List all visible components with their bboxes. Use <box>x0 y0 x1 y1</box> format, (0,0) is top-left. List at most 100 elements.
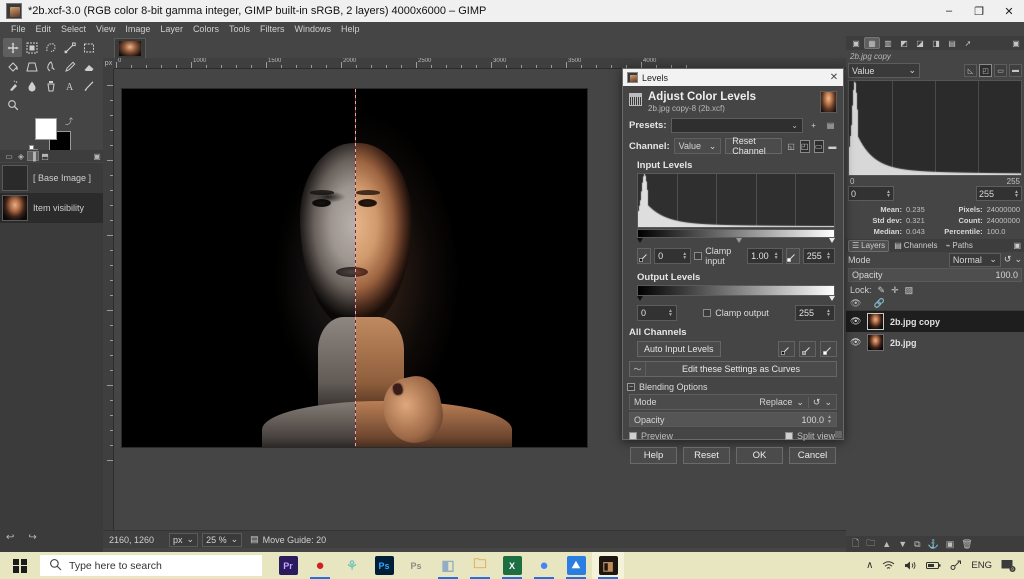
menu-view[interactable]: View <box>91 22 120 36</box>
menu-filters[interactable]: Filters <box>255 22 290 36</box>
start-button[interactable] <box>0 552 40 579</box>
menu-colors[interactable]: Colors <box>188 22 224 36</box>
tab-paths[interactable]: ⌁ Paths <box>943 240 976 252</box>
zoom-selector[interactable]: 25 % ⌄ <box>202 533 242 547</box>
logarithmic-histogram-icon[interactable]: ◰ <box>800 140 810 153</box>
tab-channels[interactable]: ▤ Channels <box>891 240 940 252</box>
merge-layer-icon[interactable]: ▣ <box>946 539 955 550</box>
input-gradient-bar[interactable] <box>637 229 835 238</box>
new-layer-icon[interactable]: 🗋 <box>852 536 859 552</box>
input-gamma-handle[interactable] <box>736 238 742 243</box>
cursor-tab-icon[interactable]: ➚ <box>960 37 976 49</box>
add-preset-button[interactable]: + <box>807 119 820 132</box>
input-level-sliders[interactable] <box>637 238 835 245</box>
pick-white-point-icon[interactable] <box>786 248 800 264</box>
input-black-value-field[interactable]: 0 ▲▼ <box>654 248 691 264</box>
paths-tool-icon[interactable] <box>60 38 79 57</box>
swap-colors-icon[interactable]: ⤴ <box>65 116 73 127</box>
dock-menu-icon[interactable]: ▣ <box>1008 37 1024 49</box>
blending-options-header[interactable]: − Blending Options <box>627 382 843 392</box>
perspective-tool-icon[interactable] <box>22 57 41 76</box>
output-black-value-field[interactable]: 0 ▲▼ <box>637 305 677 321</box>
taskbar-app-file-explorer-blue[interactable]: ◧ <box>432 552 464 579</box>
taskbar-app-premiere-pro[interactable]: Pr <box>272 552 304 579</box>
undo-history-tab-icon[interactable]: ◩ <box>896 37 912 49</box>
rectangle-select-tool-icon[interactable] <box>79 38 98 57</box>
language-indicator[interactable]: ENG <box>971 560 992 571</box>
layer-visibility-icon[interactable]: 👁 <box>850 316 861 327</box>
taskbar-app-photoshop-alt[interactable]: Ps <box>400 552 432 579</box>
alignment-tool-icon[interactable] <box>22 38 41 57</box>
clone-tool-icon[interactable] <box>41 76 60 95</box>
text-tool-icon[interactable]: A <box>60 76 79 95</box>
image-tab-2b[interactable] <box>114 38 146 58</box>
action-center-icon[interactable]: 9 <box>1001 559 1016 572</box>
move-tool-icon[interactable] <box>3 38 22 57</box>
taskbar-app-photos[interactable]: ⛰ <box>560 552 592 579</box>
close-button[interactable]: ✕ <box>994 0 1024 22</box>
preview-checkbox[interactable] <box>629 432 637 440</box>
wifi-icon[interactable] <box>882 560 895 571</box>
channel-select[interactable]: Value ⌄ <box>674 138 722 154</box>
split-view-guide-line[interactable] <box>355 89 356 447</box>
spinner-arrows-icon[interactable]: ▲▼ <box>774 252 779 261</box>
taskbar-app-record[interactable]: ● <box>304 552 336 579</box>
dialog-resize-grip[interactable] <box>835 431 842 438</box>
spinner-arrows-icon[interactable]: ▲▼ <box>1014 190 1019 198</box>
histogram-scale-down-icon[interactable]: ▭ <box>814 140 824 153</box>
pick-gray-point-all-icon[interactable] <box>799 341 816 357</box>
histogram-range-low-input[interactable]: 0 ▲▼ <box>848 186 894 201</box>
histogram-zoom-out-icon[interactable]: ▭ <box>994 64 1007 77</box>
zoom-tool-icon[interactable] <box>3 95 22 114</box>
taskbar-app-excel[interactable]: X <box>496 552 528 579</box>
smudge-tool-icon[interactable] <box>41 57 60 76</box>
output-white-point-handle[interactable] <box>829 296 835 301</box>
toolbox-menu-icon[interactable]: ▣ <box>91 151 103 161</box>
spinner-arrows-icon[interactable]: ▲▼ <box>886 190 891 198</box>
menu-edit[interactable]: Edit <box>31 22 57 36</box>
eraser-tool-icon[interactable] <box>79 57 98 76</box>
output-white-value-field[interactable]: 255 ▲▼ <box>795 305 835 321</box>
levels-dialog[interactable]: Levels ✕ Adjust Color Levels 2b.jpg copy… <box>622 68 844 440</box>
images-tab-icon[interactable]: ▤ <box>944 37 960 49</box>
spinner-arrows-icon[interactable]: ▲▼ <box>682 252 687 261</box>
input-black-point-handle[interactable] <box>637 238 643 243</box>
layer-visibility-icon[interactable]: 👁 <box>850 337 861 348</box>
pick-black-point-icon[interactable] <box>637 248 651 264</box>
left-dock-row-item-visibility[interactable]: Item visibility <box>0 193 103 223</box>
ruler-unit-corner[interactable]: px <box>103 58 114 69</box>
linear-histogram-icon[interactable]: ◱ <box>786 140 795 153</box>
vertical-ruler[interactable] <box>103 69 114 530</box>
menu-select[interactable]: Select <box>56 22 91 36</box>
input-gamma-value-field[interactable]: 1.00 ▲▼ <box>747 248 783 264</box>
layers-dock-menu-icon[interactable]: ▣ <box>1010 240 1024 252</box>
lock-pixels-icon[interactable]: ✎ <box>878 285 886 296</box>
lower-layer-icon[interactable]: ▼ <box>898 539 907 549</box>
histogram-logarithmic-icon[interactable]: ◰ <box>979 64 992 77</box>
histogram-graph[interactable] <box>848 80 1022 176</box>
duplicate-layer-icon[interactable]: ⧉ <box>914 539 920 550</box>
battery-icon[interactable] <box>926 561 941 570</box>
foreground-color-swatch[interactable] <box>35 118 57 140</box>
spinner-arrows-icon[interactable]: ▲▼ <box>668 309 673 318</box>
menu-windows[interactable]: Windows <box>289 22 336 36</box>
paintbrush-tool-icon[interactable] <box>79 76 98 95</box>
taskbar-app-photoshop[interactable]: Ps <box>368 552 400 579</box>
pick-black-point-all-icon[interactable] <box>778 341 795 357</box>
tab-layers[interactable]: ☰ Layers <box>848 240 889 252</box>
image-preview[interactable] <box>122 89 587 447</box>
layer-row-2bjpg-copy[interactable]: 👁 2b.jpg copy <box>846 311 1024 332</box>
tray-expand-icon[interactable]: ∧ <box>866 560 873 571</box>
pick-white-point-all-icon[interactable] <box>820 341 837 357</box>
pointer-tab-icon[interactable]: ◪ <box>912 37 928 49</box>
image-indicator-icon[interactable]: ⬒ <box>39 151 51 161</box>
taskbar-search-box[interactable]: Type here to search <box>40 555 262 576</box>
maximize-button[interactable]: ❐ <box>964 0 994 22</box>
help-button[interactable]: Help <box>630 447 677 464</box>
foreground-background-color[interactable]: ⤴ <box>29 118 73 154</box>
taskbar-app-gimp[interactable]: ◨ <box>592 552 624 579</box>
presets-combobox[interactable]: ⌄ <box>671 118 804 133</box>
ok-button[interactable]: OK <box>736 447 783 464</box>
split-view-checkbox[interactable] <box>785 432 793 440</box>
presets-menu-button[interactable]: ▤ <box>824 119 837 132</box>
